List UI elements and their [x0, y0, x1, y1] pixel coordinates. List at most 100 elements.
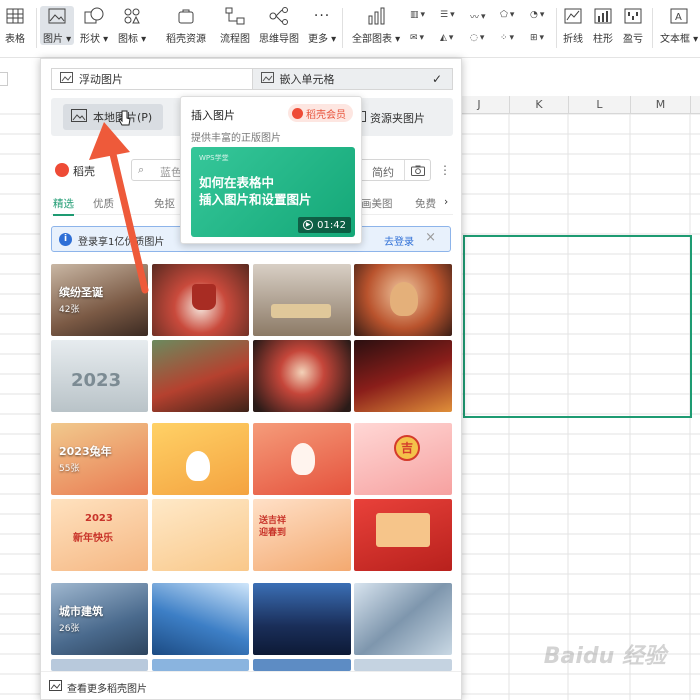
city-tile-3[interactable]: [253, 583, 351, 655]
column-header-n[interactable]: [690, 96, 700, 114]
video-brand: WPS学堂: [199, 154, 229, 162]
all-charts-button[interactable]: 全部图表 ▾: [352, 6, 400, 45]
rabbit-tile-8[interactable]: [354, 499, 452, 571]
tab-cutout[interactable]: 免抠: [154, 196, 175, 211]
floating-picture-option[interactable]: 浮动图片: [52, 69, 252, 89]
view-more-link[interactable]: 查看更多稻壳图片: [67, 680, 147, 695]
city-tile-5[interactable]: [51, 659, 148, 671]
rabbit-tile-4[interactable]: 吉: [354, 423, 452, 495]
rabbit-tile-1[interactable]: 2023兔年 55张: [51, 423, 148, 495]
all-charts-label: 全部图表 ▾: [352, 34, 401, 45]
icons-icon: [121, 6, 143, 26]
tabs-next-arrow-icon[interactable]: ›: [444, 196, 448, 208]
dog-shape: [390, 282, 418, 316]
city-tile-1[interactable]: 城市建筑 26张: [51, 583, 148, 655]
rabbit-tile-6[interactable]: [152, 499, 249, 571]
winloss-label: 盈亏: [623, 34, 643, 45]
docer-resource-button[interactable]: 稻壳资源: [166, 6, 206, 45]
separator: [36, 8, 37, 48]
tab-free[interactable]: 免费: [415, 196, 436, 211]
city-tile-6[interactable]: [152, 659, 249, 671]
column-header-k[interactable]: K: [509, 96, 568, 114]
christmas-tile-5[interactable]: 2023: [51, 340, 148, 412]
horizontal-bar-icon: ☰: [440, 10, 449, 20]
column-header-m[interactable]: M: [630, 96, 690, 114]
city-tile-7[interactable]: [253, 659, 351, 671]
name-box-edge[interactable]: [0, 72, 8, 86]
more-options-icon[interactable]: ⋮: [439, 163, 451, 177]
docer-label: 稻壳: [73, 165, 95, 178]
radar-chart-dropdown[interactable]: ⬠ ▾: [500, 10, 514, 20]
video-duration: ▶ 01:42: [298, 217, 351, 233]
city-tile-2[interactable]: [152, 583, 249, 655]
donut-chart-icon: ◌: [470, 33, 478, 43]
group-title-rabbit: 2023兔年: [59, 445, 112, 458]
sparkline-line-button[interactable]: 折线: [562, 6, 584, 45]
picture-icon: [49, 680, 62, 694]
tab-beauty[interactable]: 画美图: [361, 196, 393, 211]
sparkline-winloss-button[interactable]: 盈亏: [622, 6, 644, 45]
area-chart-dropdown[interactable]: ◭ ▾: [440, 33, 453, 43]
more-button[interactable]: ··· 更多 ▾: [308, 6, 336, 45]
login-link[interactable]: 去登录: [384, 233, 414, 248]
group-title-city: 城市建筑: [59, 605, 103, 618]
panel-footer: 查看更多稻壳图片: [41, 671, 461, 699]
table-button[interactable]: 表格: [4, 6, 26, 45]
christmas-tile-1[interactable]: 缤纷圣诞 42张: [51, 264, 148, 336]
christmas-tile-6[interactable]: [152, 340, 249, 412]
local-picture-button[interactable]: 本地图片(P): [63, 104, 163, 130]
scatter-chart-dropdown[interactable]: ⁘ ▾: [500, 33, 514, 43]
shape-icon: [83, 6, 105, 26]
tutorial-video[interactable]: WPS学堂 如何在表格中 插入图片和设置图片 ▶ 01:42: [191, 147, 355, 237]
selected-range[interactable]: [463, 235, 692, 418]
combo-chart-dropdown[interactable]: ⊞ ▾: [530, 33, 544, 43]
sparkline-column-button[interactable]: 柱形: [592, 6, 614, 45]
ji-coin-shape: 吉: [394, 435, 420, 461]
donut-chart-dropdown[interactable]: ◌ ▾: [470, 33, 484, 43]
separator: [556, 8, 557, 48]
pie-chart-dropdown[interactable]: ◔ ▾: [530, 10, 544, 20]
docer-resource-label: 稻壳资源: [166, 34, 206, 45]
textbox-button[interactable]: A 文本框 ▾: [660, 6, 698, 45]
christmas-tile-4[interactable]: [354, 264, 452, 336]
mindmap-button[interactable]: 思维导图: [259, 6, 299, 45]
tab-quality[interactable]: 优质: [93, 196, 114, 211]
shape-button[interactable]: 形状 ▾: [80, 6, 108, 45]
rabbit-tile-7[interactable]: 送吉祥 迎春到: [253, 499, 351, 571]
rabbit-tile-3[interactable]: [253, 423, 351, 495]
flowchart-button[interactable]: 流程图: [220, 6, 250, 45]
column-chart-dropdown[interactable]: ▥ ▾: [410, 10, 425, 20]
map-chart-dropdown[interactable]: ✉ ▾: [410, 33, 424, 43]
insert-picture-tooltip: 插入图片 稻壳会员 提供丰富的正版图片 WPS学堂 如何在表格中 插入图片和设置…: [180, 96, 362, 244]
resource-folder-button[interactable]: 资源夹图片: [353, 110, 425, 126]
bar-chart-dropdown[interactable]: ☰ ▾: [440, 10, 455, 20]
rabbit-tile-5[interactable]: 2023 新年快乐: [51, 499, 148, 571]
ribbon-toolbar: 表格 图片 ▾ 形状 ▾ 图标 ▾ 稻壳资源 流程图 思维导图 ··· 更多 ▾…: [0, 0, 700, 58]
christmas-tile-8[interactable]: [354, 340, 452, 412]
search-keyword-tag[interactable]: 简约: [372, 164, 394, 180]
rabbit-shape: [186, 451, 210, 481]
more-label: 更多 ▾: [308, 34, 337, 45]
mindmap-icon: [268, 6, 290, 26]
city-tile-4[interactable]: [354, 583, 452, 655]
banner-text: 登录享1亿优质图片: [78, 237, 165, 248]
picture-label: 图片 ▾: [43, 34, 72, 45]
embed-cell-option[interactable]: 嵌入单元格 ✓: [251, 69, 452, 89]
column-header-l[interactable]: L: [568, 96, 630, 114]
line-chart-dropdown[interactable]: 〰 ▾: [470, 10, 486, 24]
tab-featured[interactable]: 精选: [53, 196, 74, 216]
christmas-tile-3[interactable]: [253, 264, 351, 336]
picture-button[interactable]: 图片 ▾: [40, 6, 75, 45]
city-tile-8[interactable]: [354, 659, 452, 671]
icon-button[interactable]: 图标 ▾: [118, 6, 146, 45]
camera-icon[interactable]: [404, 160, 430, 180]
close-icon[interactable]: ×: [425, 230, 436, 245]
christmas-tile-7[interactable]: [253, 340, 351, 412]
shape-label: 形状 ▾: [80, 34, 109, 45]
christmas-tile-2[interactable]: [152, 264, 249, 336]
rabbit-tile-2[interactable]: [152, 423, 249, 495]
mouse-cursor-icon: [118, 110, 132, 131]
column-chart-icon: ▥: [410, 10, 419, 20]
pie-chart-icon: ◔: [530, 10, 538, 20]
resource-folder-label: 资源夹图片: [370, 112, 425, 125]
